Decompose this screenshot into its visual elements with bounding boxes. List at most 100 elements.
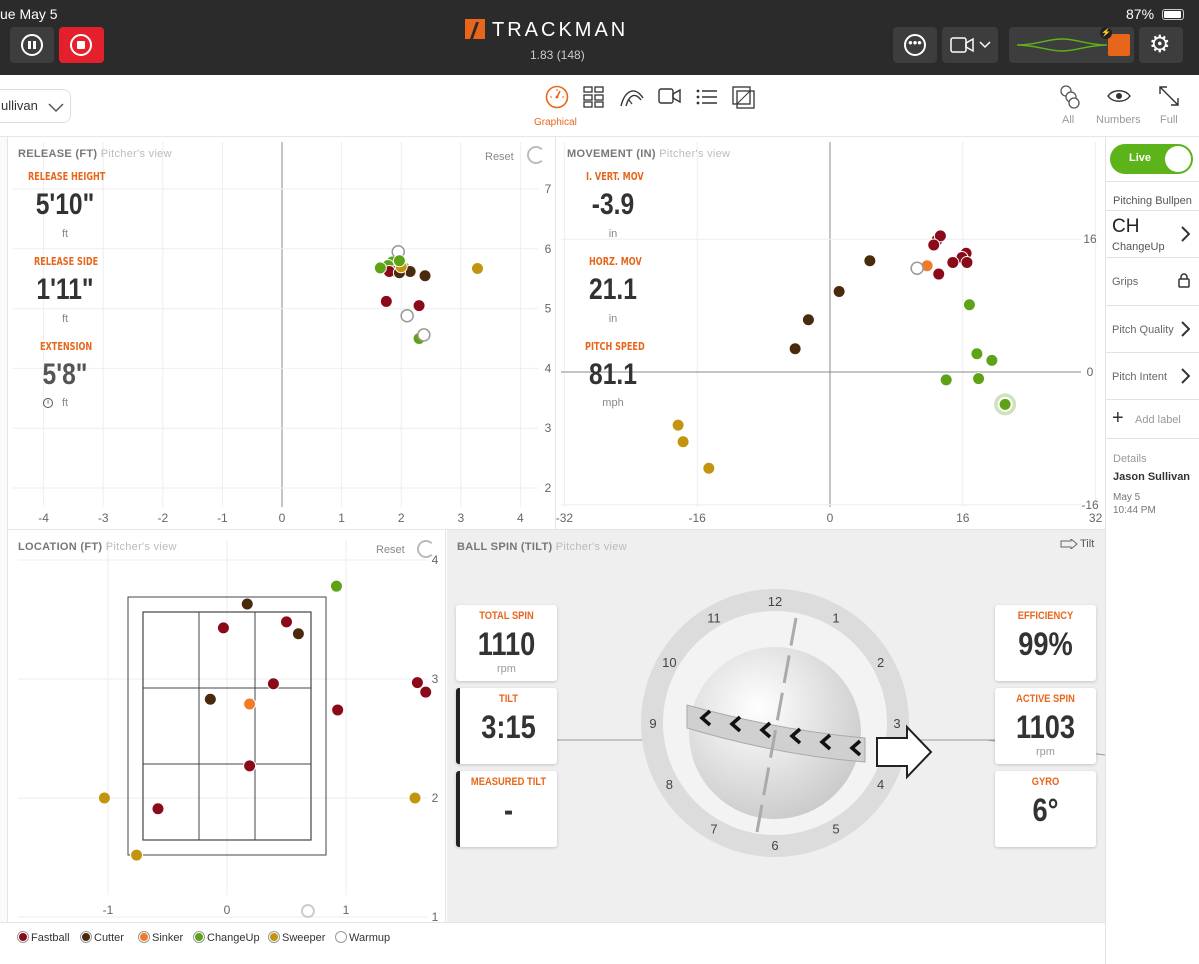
chevron-down-icon: [48, 103, 64, 113]
stop-button[interactable]: [59, 27, 104, 63]
movement-subtitle: Pitcher's view: [659, 148, 731, 160]
layers-icon[interactable]: [732, 86, 756, 110]
app-logo-text: TRACKMAN: [492, 19, 629, 41]
tab-graphical[interactable]: Graphical: [534, 85, 578, 133]
legend-dot: [81, 932, 91, 942]
trajectory-icon[interactable]: [619, 86, 645, 108]
speed-label: PITCH SPEED: [585, 340, 645, 353]
movement-y-tick: 0: [1087, 365, 1094, 379]
legend-item[interactable]: Cutter: [81, 932, 124, 944]
speed-value: 81.1: [589, 358, 637, 391]
location-point: [408, 791, 422, 805]
legend-dot: [18, 932, 28, 942]
release-point: [392, 254, 406, 268]
release-x-tick: 0: [279, 511, 286, 525]
movement-point: [960, 255, 974, 269]
clock-number: 10: [662, 655, 676, 670]
plus-icon: +: [1112, 407, 1124, 429]
reset-icon[interactable]: [417, 540, 435, 558]
lock-icon: [1178, 273, 1190, 288]
active-spin-card: ACTIVE SPIN 1103 rpm: [995, 688, 1096, 764]
more-button[interactable]: •••: [893, 27, 937, 63]
legend-item[interactable]: Sweeper: [269, 932, 325, 944]
live-label: Live: [1129, 152, 1152, 164]
movement-point: [863, 254, 877, 268]
all-balls-icon[interactable]: [1058, 84, 1082, 110]
release-height-value: 5'10": [35, 188, 95, 221]
total-spin-value: 1110: [477, 626, 536, 662]
measured-tilt-card: MEASURED TILT -: [456, 771, 557, 847]
tilt-arrow-icon[interactable]: [1060, 539, 1078, 549]
add-label-row[interactable]: + Add label: [1106, 400, 1199, 439]
pitch-quality-row[interactable]: Pitch Quality: [1106, 306, 1199, 353]
info-icon[interactable]: i: [43, 398, 53, 408]
legend-item[interactable]: Fastball: [18, 932, 70, 944]
release-y-tick: 6: [545, 242, 552, 256]
location-point: [266, 677, 280, 691]
release-x-tick: 4: [517, 511, 524, 525]
pause-icon: [21, 34, 43, 56]
chevron-right-icon: [1181, 321, 1190, 337]
clock-number: 4: [877, 777, 884, 792]
all-label: All: [1062, 114, 1075, 126]
location-point: [291, 627, 305, 641]
battery-percent: 87%: [1126, 6, 1155, 22]
player-select[interactable]: ullivan: [0, 89, 71, 123]
trackman-logo: [465, 19, 485, 44]
pause-button[interactable]: [10, 27, 54, 63]
location-reset-button[interactable]: Reset: [376, 544, 405, 556]
movement-point: [676, 435, 690, 449]
camera-button[interactable]: [942, 27, 998, 63]
active-spin-unit: rpm: [1036, 746, 1055, 758]
release-x-tick: -1: [217, 511, 228, 525]
location-y-tick: 2: [432, 791, 439, 805]
list-icon[interactable]: [696, 89, 718, 105]
legend-item[interactable]: ChangeUp: [194, 932, 260, 944]
grid-icon[interactable]: [583, 86, 605, 108]
efficiency-card: EFFICIENCY 99%: [995, 605, 1096, 681]
movement-point: [702, 461, 716, 475]
spin-title: BALL SPIN (TILT) Pitcher's view: [457, 541, 627, 553]
movement-y-tick: 16: [1083, 232, 1097, 246]
tab-graphical-label: Graphical: [534, 117, 577, 128]
movement-x-tick: 0: [827, 511, 834, 525]
release-reset-button[interactable]: Reset: [485, 151, 514, 163]
chevron-right-icon: [1181, 226, 1190, 242]
reset-icon[interactable]: [527, 146, 545, 164]
release-x-tick: 2: [398, 511, 405, 525]
status-date: ue May 5: [0, 6, 58, 22]
total-spin-card: TOTAL SPIN 1110 rpm: [456, 605, 557, 681]
settings-button[interactable]: ⚙: [1139, 27, 1183, 63]
pitch-quality-label: Pitch Quality: [1112, 324, 1174, 336]
location-y-tick: 3: [432, 672, 439, 686]
pitch-code: CH: [1112, 216, 1140, 237]
release-side-unit: ft: [61, 313, 69, 325]
release-point: [418, 269, 432, 283]
tilt-toggle[interactable]: Tilt: [1080, 538, 1094, 550]
release-x-tick: 3: [457, 511, 464, 525]
movement-point: [801, 313, 815, 327]
stop-icon: [70, 34, 92, 56]
legend-item[interactable]: Warmup: [336, 932, 390, 944]
video-icon[interactable]: [658, 88, 681, 104]
pitch-intent-row[interactable]: Pitch Intent: [1106, 353, 1199, 400]
location-point: [151, 802, 165, 816]
grips-row[interactable]: Grips: [1106, 258, 1199, 306]
expand-icon[interactable]: [1158, 85, 1180, 107]
add-label-text: Add label: [1135, 414, 1181, 426]
release-y-tick: 4: [545, 361, 552, 375]
legend-item[interactable]: Sinker: [139, 932, 183, 944]
location-y-tick: 4: [432, 553, 439, 567]
legend-dot: [336, 932, 346, 942]
legend-dot: [269, 932, 279, 942]
location-point: [280, 615, 293, 629]
radar-status[interactable]: ⚡: [1009, 27, 1134, 63]
live-toggle[interactable]: Live: [1110, 144, 1193, 174]
total-spin-label: TOTAL SPIN: [479, 610, 534, 622]
sidebar-divider: [1106, 181, 1199, 182]
movement-point: [932, 267, 946, 281]
location-title-text: LOCATION (FT): [18, 541, 103, 553]
pitch-type-row[interactable]: CH ChangeUp: [1106, 210, 1199, 258]
release-y-tick: 5: [545, 302, 552, 316]
eye-icon[interactable]: [1107, 89, 1131, 103]
